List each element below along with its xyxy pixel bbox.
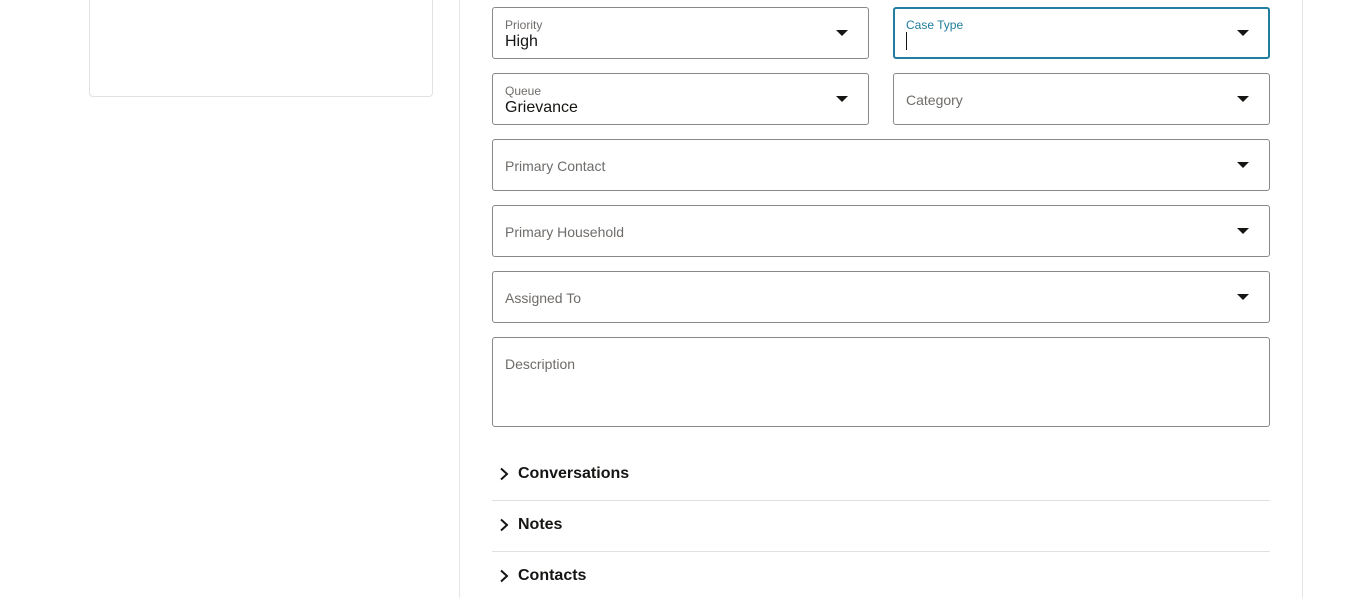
caret-down-icon[interactable] (1237, 294, 1249, 300)
primary-household-placeholder: Primary Household (505, 224, 625, 240)
chevron-right-icon[interactable] (497, 569, 511, 583)
description-placeholder: Description (505, 356, 576, 372)
caret-down-icon[interactable] (1237, 30, 1249, 36)
description-textarea[interactable]: Description (492, 337, 1270, 427)
caret-down-icon[interactable] (1237, 228, 1249, 234)
priority-select[interactable]: Priority High (492, 7, 869, 59)
queue-value: Grievance (505, 99, 578, 116)
priority-label: Priority (505, 18, 543, 32)
left-panel-card (89, 0, 433, 97)
primary-household-select[interactable]: Primary Household (492, 205, 1270, 257)
chevron-right-icon[interactable] (497, 518, 511, 532)
section-conversations[interactable]: Conversations (492, 450, 1270, 501)
caret-down-icon[interactable] (1237, 96, 1249, 102)
caret-down-icon[interactable] (1237, 162, 1249, 168)
chevron-right-icon[interactable] (497, 467, 511, 481)
priority-value: High (505, 33, 538, 50)
category-placeholder: Category (906, 92, 963, 108)
queue-label: Queue (505, 84, 542, 98)
primary-contact-placeholder: Primary Contact (505, 158, 606, 174)
section-notes[interactable]: Notes (492, 501, 1270, 552)
assigned-to-select[interactable]: Assigned To (492, 271, 1270, 323)
caret-down-icon[interactable] (836, 30, 848, 36)
section-title: Conversations (518, 465, 630, 482)
category-select[interactable]: Category (893, 73, 1270, 125)
section-contacts[interactable]: Contacts (492, 552, 1270, 602)
text-cursor (906, 32, 907, 50)
caret-down-icon[interactable] (836, 96, 848, 102)
case-type-select[interactable]: Case Type (893, 7, 1270, 59)
case-type-label: Case Type (906, 18, 964, 32)
section-title: Notes (518, 516, 563, 533)
section-title: Contacts (518, 567, 587, 584)
queue-select[interactable]: Queue Grievance (492, 73, 869, 125)
primary-contact-select[interactable]: Primary Contact (492, 139, 1270, 191)
assigned-to-placeholder: Assigned To (505, 290, 582, 306)
